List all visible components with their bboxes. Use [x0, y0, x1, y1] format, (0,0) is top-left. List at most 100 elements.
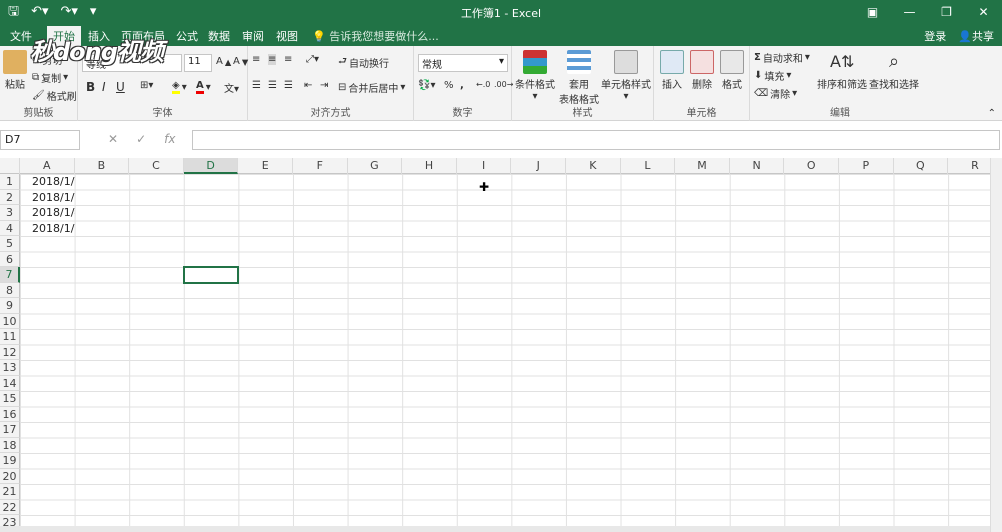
formula-input[interactable]	[192, 130, 1000, 150]
vertical-scrollbar[interactable]	[990, 158, 1002, 532]
row-header-18[interactable]: 18	[0, 437, 20, 453]
name-box[interactable]: D7	[0, 130, 80, 150]
column-header-q[interactable]: Q	[894, 158, 949, 174]
cancel-icon[interactable]: ✕	[108, 132, 118, 146]
row-header-21[interactable]: 21	[0, 484, 20, 500]
row-header-20[interactable]: 20	[0, 468, 20, 484]
row-header-9[interactable]: 9	[0, 298, 20, 314]
percent-button[interactable]: %	[444, 80, 454, 91]
column-header-k[interactable]: K	[566, 158, 621, 174]
column-header-o[interactable]: O	[784, 158, 839, 174]
row-header-10[interactable]: 10	[0, 313, 20, 329]
login-link[interactable]: 登录	[924, 28, 946, 44]
collapse-ribbon-icon[interactable]: ⌃	[988, 108, 996, 119]
tab-file[interactable]: 文件	[10, 28, 32, 44]
column-header-h[interactable]: H	[402, 158, 457, 174]
enter-icon[interactable]: ✓	[136, 132, 146, 146]
number-format-select[interactable]: 常规 ▾	[418, 54, 508, 72]
row-header-22[interactable]: 22	[0, 499, 20, 515]
align-middle-icon[interactable]: ≡	[268, 54, 277, 65]
phonetic-button[interactable]: 文▾	[224, 80, 239, 95]
cell-a3[interactable]: 2018/1/4	[20, 205, 75, 221]
row-header-4[interactable]: 4	[0, 220, 20, 236]
cell-a2[interactable]: 2018/1/3	[20, 190, 75, 206]
column-header-b[interactable]: B	[75, 158, 130, 174]
column-header-f[interactable]: F	[293, 158, 348, 174]
row-header-2[interactable]: 2	[0, 189, 20, 205]
row-header-13[interactable]: 13	[0, 360, 20, 376]
align-top-icon[interactable]: ≡	[252, 54, 260, 65]
tab-data[interactable]: 数据	[208, 28, 230, 44]
ribbon-display-options-icon[interactable]: ▣	[854, 0, 891, 25]
row-header-6[interactable]: 6	[0, 251, 20, 267]
row-header-5[interactable]: 5	[0, 236, 20, 252]
minimize-button[interactable]: —	[891, 0, 928, 25]
row-header-12[interactable]: 12	[0, 344, 20, 360]
row-header-8[interactable]: 8	[0, 282, 20, 298]
copy-button[interactable]: ⧉ 复制 ▾	[32, 70, 68, 85]
column-header-c[interactable]: C	[129, 158, 184, 174]
tell-me-search[interactable]: 💡 告诉我您想要做什么...	[312, 28, 439, 44]
wrap-text-button[interactable]: ⮐ 自动换行	[338, 54, 389, 71]
column-header-d[interactable]: D	[183, 158, 239, 174]
row-header-14[interactable]: 14	[0, 375, 20, 391]
row-header-19[interactable]: 19	[0, 453, 20, 469]
column-header-a[interactable]: A	[20, 158, 75, 174]
find-select-button[interactable]: ⌕ 查找和选择	[868, 50, 920, 91]
delete-cells-button[interactable]: 删除	[688, 50, 716, 91]
cell-a1[interactable]: 2018/1/2	[20, 174, 75, 190]
align-bottom-icon[interactable]: ≡	[284, 54, 292, 65]
column-header-j[interactable]: J	[511, 158, 566, 174]
row-header-17[interactable]: 17	[0, 422, 20, 438]
column-header-g[interactable]: G	[348, 158, 403, 174]
close-button[interactable]: ✕	[965, 0, 1002, 25]
increase-indent-icon[interactable]: ⇥	[320, 80, 328, 91]
paste-button[interactable]: 粘贴	[2, 50, 28, 91]
select-all-corner[interactable]	[0, 158, 20, 174]
share-button[interactable]: 👤共享	[958, 28, 994, 44]
decrease-indent-icon[interactable]: ⇤	[304, 80, 312, 91]
insert-cells-button[interactable]: 插入	[658, 50, 686, 91]
merge-center-button[interactable]: ⊟ 合并后居中 ▾	[338, 80, 405, 95]
format-painter-button[interactable]: 🖌 格式刷	[32, 88, 77, 103]
column-header-e[interactable]: E	[238, 158, 293, 174]
column-header-i[interactable]: I	[457, 158, 512, 174]
conditional-formatting-button[interactable]: 条件格式▾	[514, 50, 556, 102]
horizontal-scrollbar[interactable]	[0, 526, 990, 532]
column-header-p[interactable]: P	[839, 158, 894, 174]
insert-function-button[interactable]: fx	[164, 132, 175, 146]
align-right-icon[interactable]: ☰	[284, 80, 293, 91]
increase-decimal-icon[interactable]: ←.0	[476, 80, 490, 89]
sort-filter-button[interactable]: A⇅ 排序和筛选	[816, 50, 868, 91]
cell-a4[interactable]: 2018/1/5	[20, 221, 75, 237]
restore-button[interactable]: ❐	[928, 0, 965, 25]
fill-button[interactable]: ⬇ 填充 ▾	[754, 68, 791, 83]
cell-area[interactable]: 2018/1/22018/1/32018/1/42018/1/5	[20, 174, 990, 532]
accounting-format-icon[interactable]: 💱▾	[418, 80, 435, 91]
row-header-15[interactable]: 15	[0, 391, 20, 407]
clear-button[interactable]: ⌫ 清除 ▾	[754, 86, 797, 101]
autosum-button[interactable]: Σ 自动求和 ▾	[754, 50, 810, 65]
borders-button[interactable]: ⊞▾	[140, 80, 153, 91]
row-header-3[interactable]: 3	[0, 205, 20, 221]
row-header-11[interactable]: 11	[0, 329, 20, 345]
align-center-icon[interactable]: ☰	[268, 80, 277, 91]
column-header-l[interactable]: L	[621, 158, 676, 174]
italic-button[interactable]: I	[102, 80, 106, 94]
row-header-7[interactable]: 7	[0, 267, 20, 283]
selected-cell-outline[interactable]	[182, 266, 240, 284]
orientation-icon[interactable]: ⤢▾	[306, 54, 319, 65]
format-cells-button[interactable]: 格式	[718, 50, 746, 91]
format-as-table-button[interactable]: 套用 表格格式	[558, 50, 600, 106]
grow-font-button[interactable]: A ▲	[216, 56, 231, 67]
tab-view[interactable]: 视图	[276, 28, 298, 44]
align-left-icon[interactable]: ☰	[252, 80, 261, 91]
font-color-button[interactable]: A ▾	[196, 80, 211, 94]
cell-styles-button[interactable]: 单元格样式▾	[600, 50, 652, 102]
underline-button[interactable]: U	[116, 80, 125, 94]
column-header-r[interactable]: R	[948, 158, 990, 174]
row-header-16[interactable]: 16	[0, 406, 20, 422]
decrease-decimal-icon[interactable]: .00→	[494, 80, 513, 89]
column-header-n[interactable]: N	[730, 158, 785, 174]
row-header-1[interactable]: 1	[0, 174, 20, 190]
